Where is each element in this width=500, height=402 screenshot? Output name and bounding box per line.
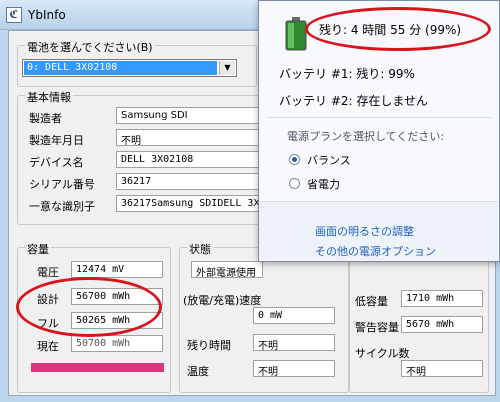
window-title: YbInfo <box>28 8 66 22</box>
radio-balanced[interactable] <box>289 154 300 165</box>
manufacturer-label: 製造者 <box>29 112 62 125</box>
manufacture-date-value: 不明 <box>116 129 266 146</box>
flyout-links-area: 画面の明るさの調整 その他の電源オプション <box>259 201 499 261</box>
cycle-count-value: 不明 <box>401 360 483 377</box>
low-capacity-value: 1710 mWh <box>401 290 483 307</box>
serial-number-value: 36217 <box>116 173 266 190</box>
unique-id-value: 36217Samsung SDIDELL 3X <box>116 195 266 212</box>
cycle-count-label: サイクル数 <box>355 347 410 360</box>
app-icon: ℭ <box>6 7 22 23</box>
current-capacity-label: 現在 <box>37 340 59 353</box>
warning-capacity-label: 警告容量 <box>355 321 399 334</box>
power-source-value: 外部電源使用 <box>191 261 263 278</box>
battery-full-icon <box>285 17 307 51</box>
battery-select-dropdown[interactable]: 0: DELL 3X02108 ▼ <box>22 59 237 77</box>
voltage-value: 12474 mV <box>71 261 163 278</box>
remaining-time-value: 不明 <box>253 334 335 351</box>
device-name-value: DELL 3X02108 <box>116 151 266 168</box>
power-plan-prompt: 電源プランを選択してください: <box>287 130 445 143</box>
low-capacity-label: 低容量 <box>355 295 388 308</box>
brightness-link[interactable]: 画面の明るさの調整 <box>315 223 414 239</box>
capacity-progress-bar <box>31 363 164 372</box>
serial-number-label: シリアル番号 <box>29 178 95 191</box>
plan-balanced-label: バランス <box>307 154 351 167</box>
current-capacity-value: 50700 mWh <box>71 335 163 352</box>
temperature-value: 不明 <box>253 360 335 377</box>
warning-capacity-value: 5670 mWh <box>401 316 483 333</box>
battery-select-label: 電池を選んでください(B) <box>25 39 155 55</box>
manufacture-date-label: 製造年月日 <box>29 134 84 147</box>
device-name-label: デバイス名 <box>29 156 84 169</box>
temperature-label: 温度 <box>187 365 209 378</box>
battery-select-value: 0: DELL 3X02108 <box>24 61 217 75</box>
rate-value: 0 mW <box>253 307 335 324</box>
unique-id-label: 一意な識別子 <box>29 200 95 213</box>
manufacturer-value: Samsung SDI <box>116 107 266 124</box>
radio-power-saver[interactable] <box>289 178 300 189</box>
rate-label: (放電/充電)速度 <box>183 294 262 307</box>
chevron-down-icon[interactable]: ▼ <box>219 61 235 75</box>
more-power-options-link[interactable]: その他の電源オプション <box>315 243 436 259</box>
battery-2-status: バッテリ #2: 存在しません <box>279 94 429 108</box>
remaining-time-label: 残り時間 <box>187 339 231 352</box>
status-legend: 状態 <box>187 241 213 257</box>
annotation-ellipse-capacity <box>16 277 162 337</box>
voltage-label: 電圧 <box>37 266 59 279</box>
plan-power-saver-label: 省電力 <box>307 178 340 191</box>
basic-info-legend: 基本情報 <box>25 89 73 105</box>
capacity-legend: 容量 <box>25 241 51 257</box>
divider <box>267 117 491 118</box>
battery-flyout: 残り: 4 時間 55 分 (99%) バッテリ #1: 残り: 99% バッテ… <box>258 0 500 262</box>
annotation-ellipse-remaining <box>305 7 491 51</box>
battery-1-status: バッテリ #1: 残り: 99% <box>279 67 415 81</box>
